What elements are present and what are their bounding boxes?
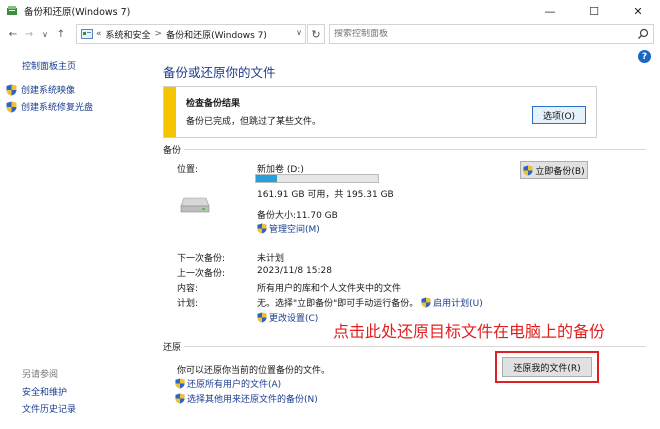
breadcrumb-separator-icon: > (154, 29, 163, 39)
uac-shield-icon (523, 165, 533, 175)
search-icon[interactable] (637, 28, 649, 40)
maximize-button[interactable]: ☐ (572, 0, 616, 22)
sidebar-item-create-system-image[interactable]: 创建系统映像 (6, 83, 75, 96)
uac-shield-icon (6, 101, 17, 112)
uac-shield-icon (421, 297, 431, 308)
up-arrow-icon[interactable]: ↑ (54, 24, 68, 44)
forward-arrow-icon[interactable]: → (22, 24, 36, 44)
notice-text: 备份已完成，但跳过了某些文件。 (186, 117, 322, 127)
sidebar-control-panel-home[interactable]: 控制面板主页 (22, 59, 76, 72)
last-backup-label: 上一次备份: (177, 269, 226, 279)
change-settings-link[interactable]: 更改设置(C) (257, 311, 318, 324)
backup-section-label: 备份 (163, 146, 182, 156)
annotation-highlight-box (495, 351, 599, 383)
address-toolbar: ← → ∨ ↑ « 系统和安全 > 备份和还原(Windows 7) ∨ ↻ (0, 22, 660, 46)
breadcrumb-backup-restore[interactable]: 备份和还原(Windows 7) (166, 28, 267, 41)
backup-now-button[interactable]: 立即备份(B) (520, 161, 588, 179)
hard-drive-icon (180, 197, 210, 213)
window-title: 备份和还原(Windows 7) (24, 7, 131, 18)
uac-shield-icon (6, 84, 17, 95)
breadcrumb-overflow[interactable]: « (96, 29, 102, 39)
breadcrumb-system-security[interactable]: 系统和安全 (106, 28, 151, 41)
schedule-value: 无。选择"立即备份"即可手动运行备份。 启用计划(U) (257, 296, 483, 309)
search-input[interactable] (334, 29, 634, 39)
close-button[interactable]: ✕ (616, 0, 660, 22)
backup-section-divider (184, 149, 646, 150)
uac-shield-icon (175, 378, 185, 389)
see-also-heading: 另请参阅 (22, 370, 59, 380)
backup-result-notice: 检查备份结果 备份已完成，但跳过了某些文件。 选项(O) (163, 86, 597, 138)
backup-app-icon (7, 6, 17, 15)
location-label: 位置: (177, 165, 199, 175)
schedule-text: 无。选择"立即备份"即可手动运行备份。 (257, 299, 419, 309)
minimize-button[interactable]: — (528, 0, 572, 22)
sidebar: 控制面板主页 创建系统映像 创建系统修复光盘 另请参阅 安全和维护 文件历史记录 (0, 46, 150, 429)
schedule-label: 计划: (177, 299, 199, 309)
address-dropdown-icon[interactable]: ∨ (296, 28, 302, 37)
page-title: 备份或还原你的文件 (163, 65, 276, 80)
select-other-backup-link[interactable]: 选择其他用来还原文件的备份(N) (175, 392, 318, 405)
enable-schedule-label: 启用计划(U) (433, 299, 483, 309)
back-arrow-icon[interactable]: ← (6, 24, 20, 44)
uac-shield-icon (257, 223, 267, 234)
drive-usage-bar (255, 174, 379, 183)
manage-space-link[interactable]: 管理空间(M) (257, 222, 320, 235)
uac-shield-icon (257, 312, 267, 323)
drive-space-text: 161.91 GB 可用，共 195.31 GB (257, 190, 394, 200)
backup-size-text: 备份大小:11.70 GB (257, 211, 338, 221)
next-backup-label: 下一次备份: (177, 254, 226, 264)
notice-accent-bar (164, 87, 176, 137)
refresh-icon[interactable]: ↻ (307, 24, 325, 44)
main-content: 备份或还原你的文件 检查备份结果 备份已完成，但跳过了某些文件。 选项(O) 备… (150, 46, 660, 429)
manage-space-label: 管理空间(M) (269, 225, 320, 235)
sidebar-item-label: 创建系统映像 (21, 86, 76, 96)
uac-shield-icon (175, 393, 185, 404)
backup-now-label: 立即备份(B) (535, 166, 585, 177)
sidebar-item-label: 创建系统修复光盘 (21, 103, 94, 113)
select-other-backup-label: 选择其他用来还原文件的备份(N) (187, 395, 318, 405)
next-backup-value: 未计划 (257, 254, 285, 264)
restore-all-users-link[interactable]: 还原所有用户的文件(A) (175, 377, 281, 390)
last-backup-value: 2023/11/8 15:28 (257, 266, 332, 276)
contents-label: 内容: (177, 284, 199, 294)
sidebar-link-file-history[interactable]: 文件历史记录 (22, 402, 76, 415)
address-field[interactable]: « 系统和安全 > 备份和还原(Windows 7) ∨ (76, 24, 306, 44)
restore-text: 你可以还原你当前的位置备份的文件。 (177, 366, 331, 376)
sidebar-link-security-maintenance[interactable]: 安全和维护 (22, 385, 67, 398)
restore-all-users-label: 还原所有用户的文件(A) (187, 380, 282, 390)
notice-title: 检查备份结果 (186, 99, 241, 109)
change-settings-label: 更改设置(C) (269, 314, 319, 324)
contents-value: 所有用户的库和个人文件夹中的文件 (257, 284, 402, 294)
enable-schedule-link[interactable]: 启用计划(U) (421, 297, 483, 309)
restore-section-divider (184, 346, 646, 347)
annotation-callout: 点击此处还原目标文件在电脑上的备份 (333, 322, 606, 341)
recent-locations-chevron-icon[interactable]: ∨ (38, 24, 52, 44)
restore-section-label: 还原 (163, 343, 182, 353)
control-panel-icon (81, 29, 93, 39)
search-box[interactable] (329, 24, 654, 44)
options-button[interactable]: 选项(O) (532, 106, 586, 124)
title-bar: 备份和还原(Windows 7) — ☐ ✕ (0, 0, 660, 22)
sidebar-item-create-repair-disc[interactable]: 创建系统修复光盘 (6, 100, 93, 113)
drive-usage-fill (256, 175, 277, 182)
